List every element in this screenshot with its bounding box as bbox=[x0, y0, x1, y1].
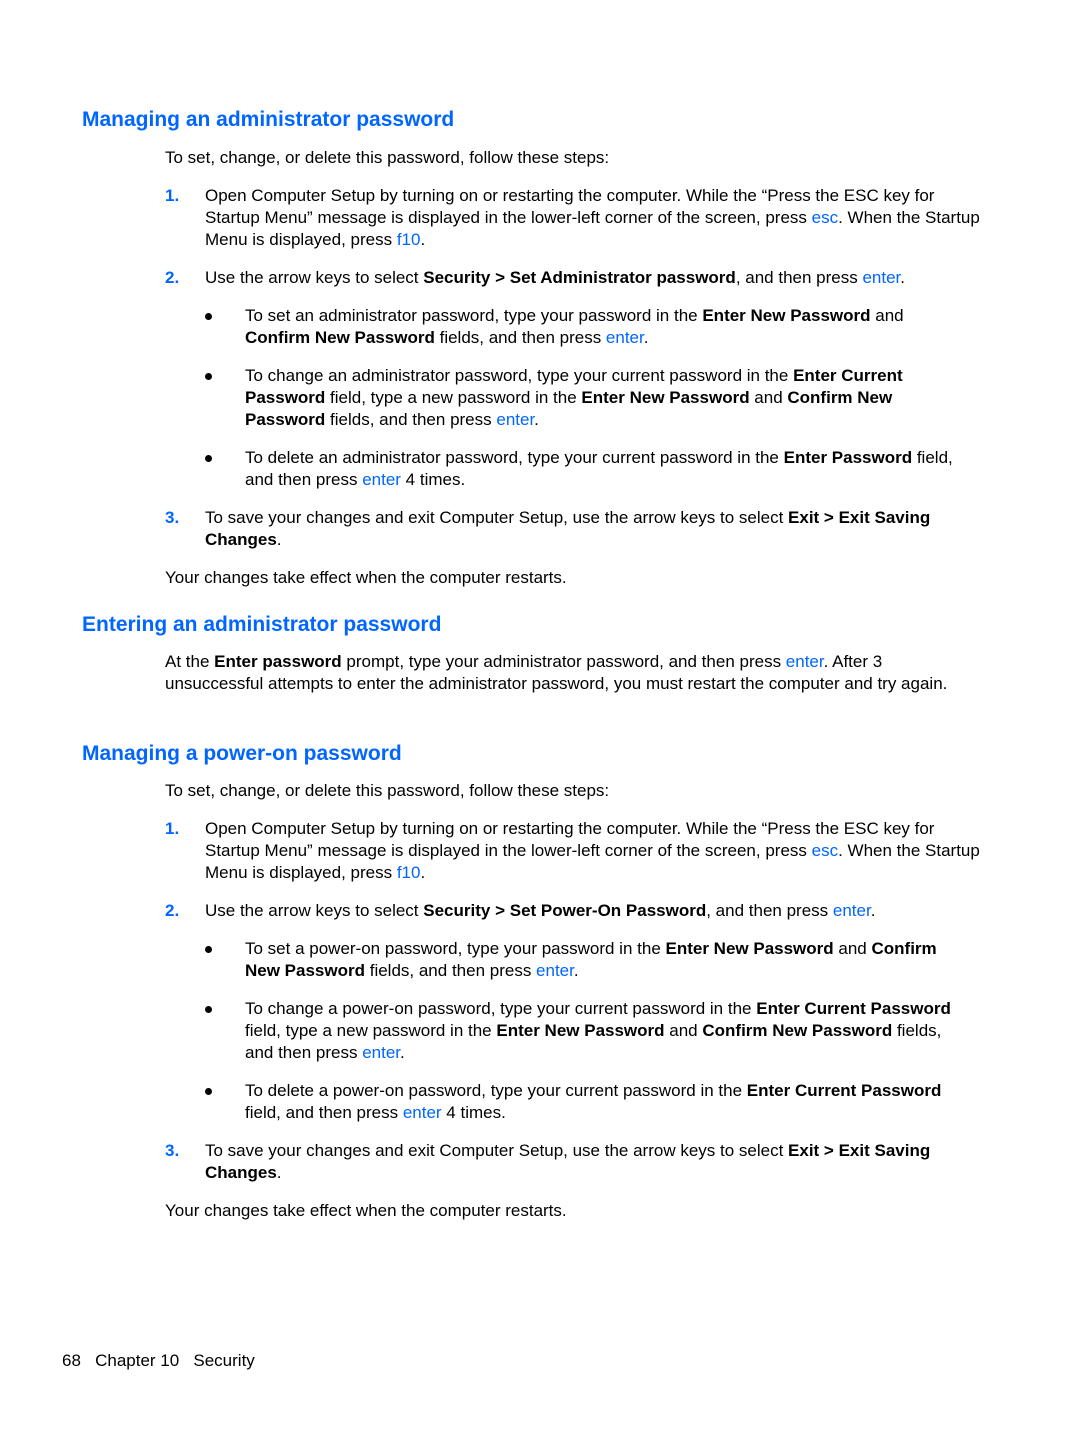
bullet-icon bbox=[205, 946, 212, 953]
bullet-icon bbox=[205, 1006, 212, 1013]
section-heading-managing-admin-password: Managing an administrator password bbox=[82, 108, 455, 131]
bullet-text: To delete a power-on password, type your… bbox=[245, 1081, 942, 1122]
body-text: At the Enter password prompt, type your … bbox=[165, 652, 948, 693]
chapter-label: Chapter 10 bbox=[95, 1351, 180, 1370]
key-enter: enter bbox=[496, 410, 535, 429]
step-text: To save your changes and exit Computer S… bbox=[205, 508, 931, 549]
key-f10: f10 bbox=[396, 863, 421, 882]
step-text: Use the arrow keys to select Security > … bbox=[205, 268, 905, 287]
key-esc: esc bbox=[811, 841, 839, 860]
bullet-icon bbox=[205, 1088, 212, 1095]
bullet-text: To set an administrator password, type y… bbox=[245, 306, 904, 347]
key-enter: enter bbox=[832, 901, 871, 920]
section-heading-entering-admin-password: Entering an administrator password bbox=[82, 613, 442, 636]
step-number: 1. bbox=[165, 819, 180, 838]
key-enter: enter bbox=[605, 328, 644, 347]
bullet-text: To delete an administrator password, typ… bbox=[245, 448, 953, 489]
key-f10: f10 bbox=[396, 230, 421, 249]
intro-text: To set, change, or delete this password,… bbox=[165, 781, 610, 800]
outro-text: Your changes take effect when the comput… bbox=[165, 568, 567, 587]
step-text: Open Computer Setup by turning on or res… bbox=[205, 186, 980, 249]
bullet-text: To set a power-on password, type your pa… bbox=[245, 939, 937, 980]
key-enter: enter bbox=[536, 961, 574, 980]
step-text: To save your changes and exit Computer S… bbox=[205, 1141, 931, 1182]
step-text: Use the arrow keys to select Security > … bbox=[205, 901, 876, 920]
key-enter: enter bbox=[402, 1103, 442, 1122]
key-enter: enter bbox=[862, 268, 901, 287]
key-enter: enter bbox=[362, 1043, 401, 1062]
key-esc: esc bbox=[811, 208, 839, 227]
step-number: 3. bbox=[165, 1141, 180, 1160]
step-number: 3. bbox=[165, 508, 180, 527]
step-number: 1. bbox=[165, 186, 180, 205]
step-number: 2. bbox=[165, 268, 180, 287]
bullet-icon bbox=[205, 455, 212, 462]
page-number: 68 bbox=[62, 1351, 81, 1370]
chapter-title: Security bbox=[193, 1351, 255, 1370]
bullet-text: To change an administrator password, typ… bbox=[245, 366, 903, 429]
intro-text: To set, change, or delete this password,… bbox=[165, 148, 610, 167]
section-heading-managing-power-on-password: Managing a power-on password bbox=[82, 742, 402, 765]
bullet-icon bbox=[205, 313, 212, 320]
menu-path: Security > Set Power-On Password bbox=[423, 901, 707, 920]
page-footer: 68 Chapter 10 Security bbox=[62, 1350, 255, 1372]
key-enter: enter bbox=[362, 470, 401, 489]
bullet-icon bbox=[205, 373, 212, 380]
bullet-text: To change a power-on password, type your… bbox=[245, 999, 951, 1062]
outro-text: Your changes take effect when the comput… bbox=[165, 1201, 567, 1220]
step-number: 2. bbox=[165, 901, 180, 920]
key-enter: enter bbox=[785, 652, 824, 671]
menu-path: Security > Set Administrator password bbox=[423, 268, 736, 287]
step-text: Open Computer Setup by turning on or res… bbox=[205, 819, 980, 882]
